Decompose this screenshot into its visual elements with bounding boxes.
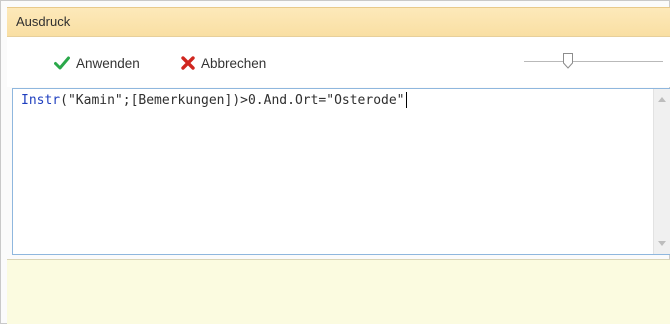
slider-track <box>524 61 663 62</box>
info-panel <box>7 259 670 324</box>
apply-button-label: Anwenden <box>76 55 140 71</box>
apply-button[interactable]: Anwenden <box>54 54 140 72</box>
expression-editor[interactable]: Instr ("Kamin";[Bemerkungen])>0.And.Ort="… <box>12 88 670 255</box>
title-bar: Ausdruck <box>7 7 670 37</box>
expression-function: Instr <box>21 92 61 108</box>
text-caret <box>405 92 407 108</box>
close-icon <box>181 56 195 70</box>
scroll-down-icon[interactable] <box>658 241 666 246</box>
expression-text: Instr ("Kamin";[Bemerkungen])>0.And.Ort="… <box>21 92 407 108</box>
window-title: Ausdruck <box>16 14 71 29</box>
checkmark-icon <box>54 56 70 70</box>
editor-scrollbar[interactable] <box>653 89 670 254</box>
expression-dialog: Ausdruck Anwenden Abbrechen Instr ("Kamin… <box>0 0 670 324</box>
toolbar: Anwenden Abbrechen <box>7 37 670 87</box>
expression-arguments: ("Kamin";[Bemerkungen])>0.And.Ort="Oster… <box>60 92 405 108</box>
slider-thumb[interactable] <box>563 53 573 69</box>
zoom-slider[interactable] <box>524 52 663 72</box>
scroll-up-icon[interactable] <box>658 97 666 102</box>
cancel-button[interactable]: Abbrechen <box>181 54 266 72</box>
cancel-button-label: Abbrechen <box>201 55 267 71</box>
